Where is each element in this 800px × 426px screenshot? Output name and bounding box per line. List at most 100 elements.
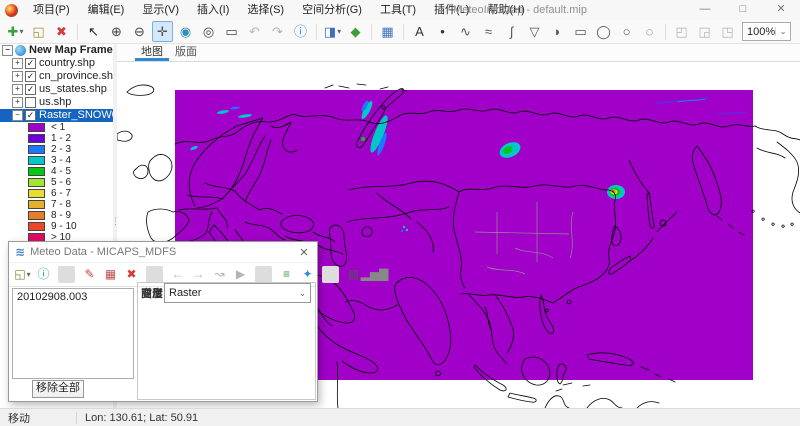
toolbar-button[interactable]: •▾ <box>432 21 453 42</box>
toolbar-button[interactable]: ◱▾ <box>28 21 49 42</box>
menu-item[interactable]: 插入(I) <box>188 0 238 20</box>
dialog-toolbar-button[interactable]: ▾ <box>146 266 163 283</box>
toolbar-button[interactable]: ≈▾ <box>478 21 499 42</box>
layer-row[interactable]: + country.shp <box>0 57 113 70</box>
toolbar-button[interactable]: ▾ <box>77 24 78 40</box>
field-combobox[interactable]: Raster ⌄ <box>164 283 311 303</box>
dialog-toolbar-button[interactable]: ▾ <box>322 266 339 283</box>
toolbar-button[interactable]: ▾ <box>371 24 372 40</box>
expand-icon[interactable]: − <box>12 110 23 121</box>
menu-item[interactable]: 选择(S) <box>238 0 293 20</box>
dialog-toolbar-button[interactable]: ▦▾ <box>101 265 120 284</box>
toolbar-button-icon: ◌ <box>646 22 654 41</box>
toolbar-button[interactable]: ✎▾ <box>795 21 800 42</box>
toolbar-button[interactable]: ▾ <box>316 24 317 40</box>
toolbar-button[interactable]: ⓘ▾ <box>290 21 311 42</box>
toolbar-button[interactable]: ✚▾ <box>5 21 26 42</box>
toolbar-button[interactable]: ▾ <box>403 24 404 40</box>
toolbar-button[interactable]: ◆▾ <box>345 21 366 42</box>
toolbar-button-icon: ◆ <box>351 22 361 41</box>
tab-layout[interactable]: 版面 <box>169 44 203 61</box>
toolbar-button[interactable]: ◲▾ <box>694 21 715 42</box>
toolbar-button[interactable]: ○▾ <box>616 21 637 42</box>
maximize-button[interactable]: □ <box>724 0 762 20</box>
toolbar-button[interactable]: ▭▾ <box>570 21 591 42</box>
layer-row[interactable]: + cn_province.shp <box>0 70 113 83</box>
legend-swatch <box>28 123 45 132</box>
dialog-toolbar-button[interactable]: ▧▾ <box>344 265 363 284</box>
menu-item[interactable]: 编辑(E) <box>79 0 134 20</box>
expand-icon[interactable]: + <box>12 84 23 95</box>
minimize-button[interactable]: — <box>686 0 724 20</box>
status-mode: 移动 <box>0 410 76 426</box>
toolbar-button[interactable]: ∿▾ <box>455 21 476 42</box>
layer-name: us.shp <box>39 96 71 109</box>
dialog-toolbar-button[interactable]: ✎▾ <box>80 265 99 284</box>
toolbar-button[interactable]: ⊖▾ <box>129 21 150 42</box>
toolbar-button[interactable]: ◰▾ <box>671 21 692 42</box>
expand-icon[interactable]: + <box>12 97 23 108</box>
database-icon: ≋ <box>15 245 25 259</box>
remove-all-button[interactable]: 移除全部 <box>32 380 84 398</box>
dialog-toolbar-button[interactable]: ▾ <box>58 266 75 283</box>
toolbar-button[interactable]: ▾ <box>665 24 666 40</box>
data-options-form: 变量: SNOW03 ⌄ 时次: 2020-10-29 08:00 ⌄ 高度: … <box>137 282 316 400</box>
menu-item[interactable]: 显示(V) <box>133 0 188 20</box>
expand-icon[interactable]: + <box>12 58 23 69</box>
chevron-down-icon[interactable]: ⌄ <box>295 288 310 299</box>
layer-checkbox[interactable] <box>25 71 36 82</box>
layer-checkbox[interactable] <box>25 97 36 108</box>
app-icon <box>5 4 18 17</box>
layer-checkbox[interactable] <box>25 58 36 69</box>
legend-row: 6 - 7 <box>0 188 113 199</box>
zoom-level-combobox[interactable]: 100% ⌄ <box>742 22 791 41</box>
layer-name: cn_province.shp <box>39 70 113 83</box>
menu-item[interactable]: 项目(P) <box>24 0 79 20</box>
collapse-icon[interactable]: − <box>2 45 13 56</box>
dialog-close-icon[interactable]: ✕ <box>291 246 317 259</box>
toolbar-button[interactable]: ∫▾ <box>501 21 522 42</box>
layer-row[interactable]: + us.shp <box>0 96 113 109</box>
toolbar-left-group: ✚▾◱▾✖▾▾↖▾⊕▾⊖▾✛▾◉▾◎▾▭▾↶▾↷▾ⓘ▾▾◨▾◆▾▾▦▾▾A▾•▾… <box>4 21 739 42</box>
chevron-down-icon[interactable]: ⌄ <box>775 27 790 36</box>
dialog-toolbar-button[interactable]: ⓘ▾ <box>34 265 53 284</box>
toolbar-button[interactable]: ✛▾ <box>152 21 173 42</box>
menu-item[interactable]: 空间分析(G) <box>293 0 371 20</box>
layer-checkbox[interactable] <box>25 84 36 95</box>
toolbar-button-icon: ◱ <box>32 22 44 41</box>
dialog-toolbar-button[interactable]: ▂▅▇▾ <box>365 265 384 284</box>
zoom-level-value: 100% <box>743 26 775 38</box>
expand-icon[interactable]: + <box>12 71 23 82</box>
dialog-toolbar-button[interactable]: ◱▾ <box>13 265 32 284</box>
toolbar-button[interactable]: ◎▾ <box>198 21 219 42</box>
toolbar-button[interactable]: ▦▾ <box>377 21 398 42</box>
toolbar-button[interactable]: ⊕▾ <box>106 21 127 42</box>
toolbar-button[interactable]: ◳▾ <box>717 21 738 42</box>
toolbar-button[interactable]: ↖▾ <box>83 21 104 42</box>
map-frame-icon <box>15 45 26 56</box>
close-button[interactable]: ✕ <box>762 0 800 20</box>
toolbar-button[interactable]: ◗▾ <box>547 21 568 42</box>
toolbar-button[interactable]: A▾ <box>409 21 430 42</box>
layer-row[interactable]: + us_states.shp <box>0 83 113 96</box>
toolbar-button[interactable]: ◨▾ <box>322 21 343 42</box>
layer-checkbox[interactable] <box>25 110 36 121</box>
data-file-list[interactable]: 20102908.003 <box>12 288 134 379</box>
dialog-toolbar-button[interactable]: ▾ <box>255 266 272 283</box>
toolbar-button[interactable]: ◯▾ <box>593 21 614 42</box>
toolbar-button[interactable]: ▽▾ <box>524 21 545 42</box>
tab-map[interactable]: 地图 <box>135 44 169 61</box>
toolbar-button[interactable]: ↶▾ <box>244 21 265 42</box>
data-file-item[interactable]: 20102908.003 <box>13 289 133 305</box>
layer-row[interactable]: − Raster_SNOW03_Surfa <box>0 109 113 122</box>
layer-list: + country.shp + cn_province.shp + us_sta… <box>0 57 113 122</box>
tree-root-map-frame[interactable]: − New Map Frame <box>0 44 113 57</box>
legend-label: 8 - 9 <box>51 210 71 221</box>
toolbar-button[interactable]: ↷▾ <box>267 21 288 42</box>
toolbar-button-icon: ⓘ <box>294 22 307 41</box>
toolbar-button[interactable]: ◌▾ <box>639 21 660 42</box>
toolbar-button[interactable]: ◉▾ <box>175 21 196 42</box>
dialog-titlebar[interactable]: ≋ Meteo Data - MICAPS_MDFS ✕ <box>9 242 317 263</box>
toolbar-button[interactable]: ✖▾ <box>51 21 72 42</box>
toolbar-button[interactable]: ▭▾ <box>221 21 242 42</box>
